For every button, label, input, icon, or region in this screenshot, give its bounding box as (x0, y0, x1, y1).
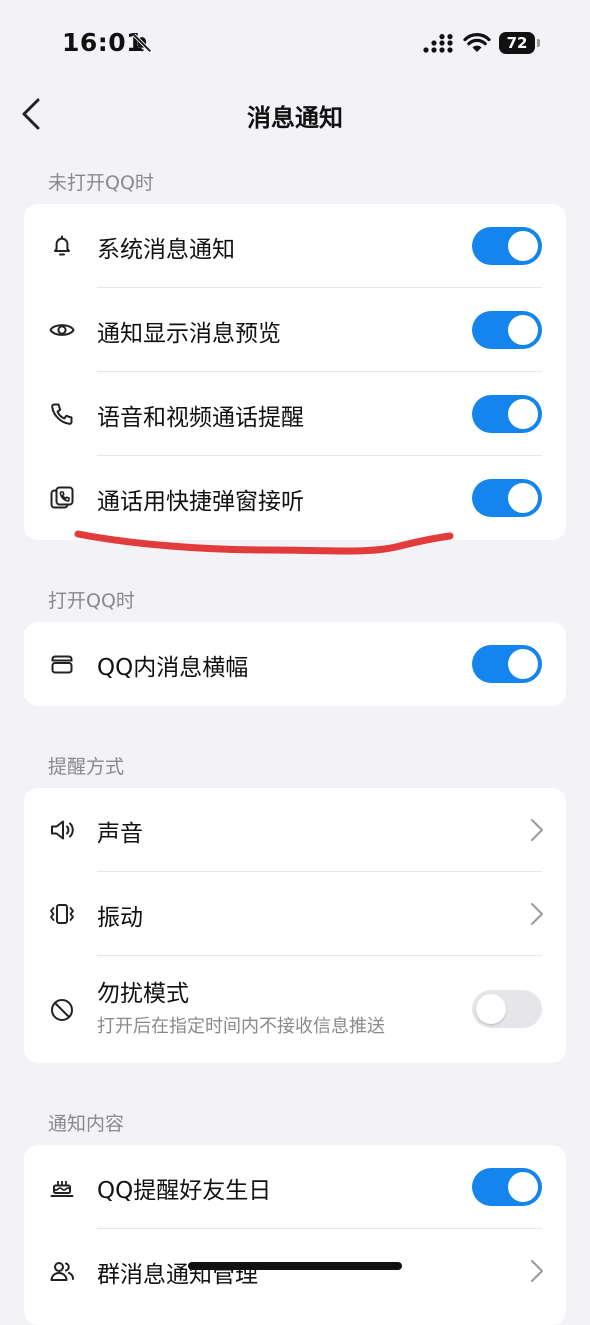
row-label: 通知显示消息预览 (97, 321, 281, 347)
row-group-notify[interactable]: 群消息通知管理 (24, 1229, 566, 1313)
row-label: 群消息通知管理 (97, 1262, 258, 1288)
row-label: 通话用快捷弹窗接听 (97, 489, 304, 515)
phone-icon (51, 403, 73, 425)
signal-icon (423, 34, 453, 53)
section-title-content: 通知内容 (48, 1113, 125, 1135)
row-label: QQ提醒好友生日 (97, 1178, 272, 1204)
call-remind-toggle[interactable] (472, 395, 542, 433)
card-content: QQ提醒好友生日 群消息通知管理 (24, 1145, 566, 1325)
banner-toggle[interactable] (472, 645, 542, 683)
row-vibrate[interactable]: 振动 (24, 872, 566, 956)
vibrate-icon (50, 904, 74, 924)
chevron-right-icon (531, 819, 543, 841)
no-disturb-icon (51, 999, 73, 1021)
page-title: 消息通知 (247, 104, 343, 132)
cake-icon (50, 1181, 74, 1197)
home-indicator[interactable] (188, 1262, 402, 1270)
battery-level: 72 (499, 32, 535, 54)
section-title-open: 打开QQ时 (48, 590, 135, 612)
bell-icon (54, 235, 70, 256)
chevron-right-icon (531, 1260, 543, 1282)
system-notify-toggle[interactable] (472, 227, 542, 265)
preview-toggle[interactable] (472, 311, 542, 349)
row-label: 振动 (97, 905, 143, 931)
banner-icon (51, 655, 73, 674)
row-dnd: 勿扰模式 打开后在指定时间内不接收信息推送 (24, 956, 566, 1063)
row-system-notify: 系统消息通知 (24, 204, 566, 288)
chevron-right-icon (531, 903, 543, 925)
section-title-closed: 未打开QQ时 (48, 172, 154, 194)
row-sublabel: 打开后在指定时间内不接收信息推送 (97, 1016, 385, 1037)
birthday-toggle[interactable] (472, 1168, 542, 1206)
row-call-remind: 语音和视频通话提醒 (24, 372, 566, 456)
row-label: 语音和视频通话提醒 (97, 405, 304, 431)
eye-icon (49, 324, 75, 336)
row-label: 系统消息通知 (97, 237, 235, 263)
row-label: QQ内消息横幅 (97, 655, 249, 681)
row-sound[interactable]: 声音 (24, 788, 566, 872)
bell-slash-icon (132, 33, 152, 53)
call-window-icon (50, 486, 74, 509)
wifi-icon (463, 33, 491, 52)
row-banner: QQ内消息横幅 (24, 622, 566, 706)
row-label: 声音 (97, 821, 143, 847)
card-open: QQ内消息横幅 (24, 622, 566, 706)
quick-answer-toggle[interactable] (472, 479, 542, 517)
row-birthday: QQ提醒好友生日 (24, 1145, 566, 1229)
dnd-toggle[interactable] (472, 990, 542, 1028)
people-icon (50, 1262, 74, 1281)
battery-icon: 72 (499, 32, 541, 54)
section-title-remind: 提醒方式 (48, 756, 125, 778)
row-preview: 通知显示消息预览 (24, 288, 566, 372)
annotation-underline (74, 530, 454, 555)
card-remind: 声音 振动 勿扰模式 打开后在指定时间内不接收信息推送 (24, 788, 566, 1063)
status-bar: 16:01 72 (0, 0, 590, 90)
row-label: 勿扰模式 (97, 981, 189, 1007)
speaker-icon (51, 820, 74, 840)
card-closed: 系统消息通知 通知显示消息预览 语音和视频通话提醒 通话用快捷弹窗接听 (24, 204, 566, 540)
